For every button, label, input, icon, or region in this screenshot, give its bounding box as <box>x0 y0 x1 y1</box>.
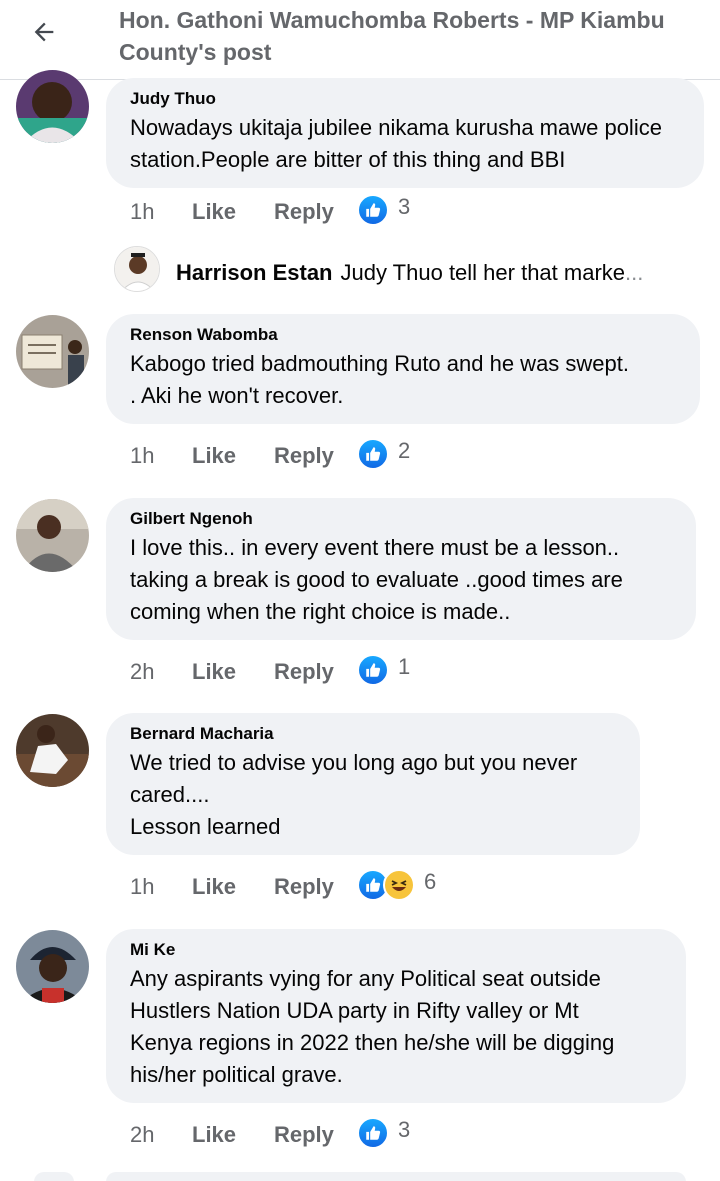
arrow-left-icon <box>34 22 54 42</box>
comment-author[interactable]: Renson Wabomba <box>130 325 680 345</box>
comment-bubble: Judy Thuo Nowadays ukitaja jubilee nikam… <box>106 78 704 188</box>
comment-time[interactable]: 2h <box>130 1122 154 1148</box>
like-button[interactable]: Like <box>192 659 236 685</box>
reply-button[interactable]: Reply <box>274 659 334 685</box>
reply-text: Harrison Estan Judy Thuo tell her that ma… <box>176 260 696 286</box>
comment-bubble: Gilbert Ngenoh I love this.. in every ev… <box>106 498 696 640</box>
thumbs-up-icon <box>357 654 389 686</box>
page-title: Hon. Gathoni Wamuchomba Roberts - MP Kia… <box>119 7 665 65</box>
comment-bubble: Renson Wabomba Kabogo tried badmouthing … <box>106 314 700 424</box>
comment-time[interactable]: 1h <box>130 443 154 469</box>
reaction-summary[interactable]: 2 <box>357 437 410 471</box>
avatar[interactable] <box>16 930 89 1003</box>
comment-author[interactable]: Judy Thuo <box>130 89 684 109</box>
comment-text: I love this.. in every event there must … <box>130 535 623 624</box>
thumbs-up-icon <box>357 1117 389 1149</box>
next-comment-peek <box>106 1172 686 1181</box>
like-button[interactable]: Like <box>192 1122 236 1148</box>
reply-button[interactable]: Reply <box>274 1122 334 1148</box>
reaction-count: 6 <box>424 869 437 894</box>
thumbs-up-icon <box>357 438 389 470</box>
reaction-summary[interactable]: 6 <box>357 868 436 902</box>
avatar[interactable] <box>16 714 89 787</box>
post-header: Hon. Gathoni Wamuchomba Roberts - MP Kia… <box>0 0 720 80</box>
reaction-summary[interactable]: 3 <box>357 193 410 227</box>
comment-time[interactable]: 1h <box>130 199 154 225</box>
comment-text: Any aspirants vying for any Political se… <box>130 966 615 1087</box>
like-button[interactable]: Like <box>192 199 236 225</box>
comment-bubble: Mi Ke Any aspirants vying for any Politi… <box>106 929 686 1103</box>
thumbs-up-icon <box>357 194 389 226</box>
comment-text: Nowadays ukitaja jubilee nikama kurusha … <box>130 115 662 172</box>
comment-time[interactable]: 1h <box>130 874 154 900</box>
back-button[interactable] <box>26 14 62 50</box>
reply-button[interactable]: Reply <box>274 874 334 900</box>
like-button[interactable]: Like <box>192 874 236 900</box>
avatar[interactable] <box>16 315 89 388</box>
reply-ellipsis: ... <box>625 260 644 285</box>
reaction-summary[interactable]: 1 <box>357 653 410 687</box>
like-button[interactable]: Like <box>192 443 236 469</box>
reaction-count: 1 <box>398 654 411 679</box>
comment-text: Kabogo tried badmouthing Ruto and he was… <box>130 351 629 408</box>
reply-author[interactable]: Harrison Estan <box>176 260 333 285</box>
reaction-count: 3 <box>398 1117 411 1142</box>
avatar[interactable] <box>16 499 89 572</box>
laughing-face-icon <box>383 869 415 901</box>
avatar[interactable] <box>114 246 160 292</box>
reply-button[interactable]: Reply <box>274 199 334 225</box>
reply-snippet: Judy Thuo tell her that marke <box>340 260 626 285</box>
reaction-summary[interactable]: 3 <box>357 1116 410 1150</box>
comment-author[interactable]: Gilbert Ngenoh <box>130 509 676 529</box>
reply-button[interactable]: Reply <box>274 443 334 469</box>
reaction-count: 2 <box>398 438 411 463</box>
comment-author[interactable]: Bernard Macharia <box>130 724 620 744</box>
comment-bubble: Bernard Macharia We tried to advise you … <box>106 713 640 855</box>
reaction-count: 3 <box>398 194 411 219</box>
next-avatar-peek <box>34 1172 74 1181</box>
avatar[interactable] <box>16 70 89 143</box>
comment-text: We tried to advise you long ago but you … <box>130 750 578 839</box>
comment-author[interactable]: Mi Ke <box>130 940 666 960</box>
comment-time[interactable]: 2h <box>130 659 154 685</box>
